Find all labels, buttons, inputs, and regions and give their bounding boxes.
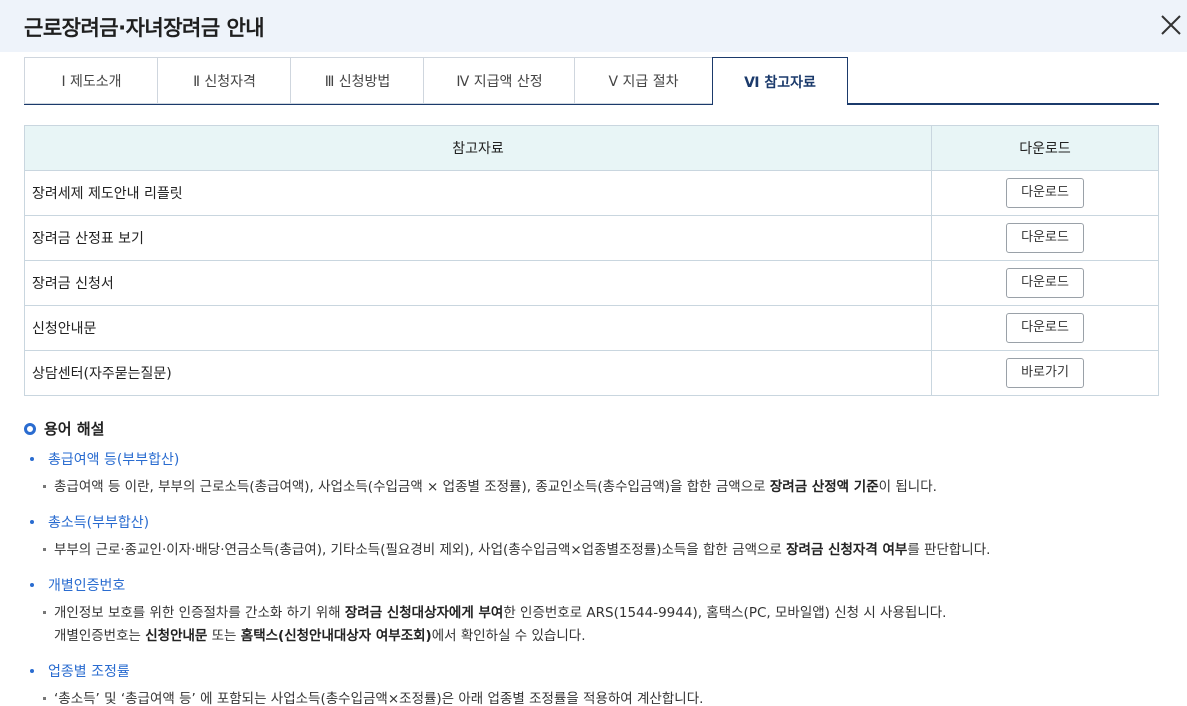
- term-description: 부부의 근로·종교인·이자·배당·연금소득(총급여), 기타소득(필요경비 제외…: [30, 539, 990, 562]
- table-row: 장려세제 제도안내 리플릿 다운로드: [24, 170, 1159, 216]
- table-row: 신청안내문 다운로드: [24, 305, 1159, 351]
- reference-name: 장려세제 제도안내 리플릿: [24, 170, 932, 216]
- dot-bullet-icon: [30, 520, 34, 524]
- modal-title: 근로장려금·자녀장려금 안내: [24, 16, 265, 40]
- tab-application[interactable]: Ⅲ 신청방법: [290, 57, 424, 104]
- glossary-item: 개별인증번호 개인정보 보호를 위한 인증절차를 간소화 하기 위해 장려금 신…: [30, 575, 946, 648]
- reference-name: 상담센터(자주묻는질문): [24, 350, 932, 396]
- square-bullet-icon: [43, 548, 46, 551]
- term-name: 개별인증번호: [48, 578, 126, 594]
- table-row: 장려금 신청서 다운로드: [24, 260, 1159, 306]
- download-button[interactable]: 다운로드: [1006, 313, 1084, 343]
- column-header-download: 다운로드: [931, 125, 1159, 171]
- term-description: 개인정보 보호를 위한 인증절차를 간소화 하기 위해 장려금 신청대상자에게 …: [30, 602, 946, 648]
- term-description: 총급여액 등 이란, 부부의 근로소득(총급여액), 사업소득(수입금액 × 업…: [30, 476, 937, 499]
- reference-name: 장려금 산정표 보기: [24, 215, 932, 261]
- term-name: 업종별 조정률: [48, 664, 130, 680]
- term-name: 총급여액 등(부부합산): [48, 452, 180, 468]
- term-name: 총소득(부부합산): [48, 515, 150, 531]
- circle-bullet-icon: [24, 422, 36, 435]
- modal-header: 근로장려금·자녀장려금 안내: [0, 0, 1187, 52]
- shortcut-button[interactable]: 바로가기: [1006, 358, 1084, 388]
- dot-bullet-icon: [30, 669, 34, 673]
- square-bullet-icon: [43, 485, 46, 488]
- term-description: ‘총소득’ 및 ‘총급여액 등’ 에 포함되는 사업소득(총수입금액×조정률)은…: [30, 688, 703, 706]
- close-icon[interactable]: [1158, 12, 1184, 38]
- tab-references[interactable]: Ⅵ 참고자료: [712, 57, 848, 105]
- glossary-heading-text: 용어 해설: [44, 420, 105, 438]
- reference-name: 장려금 신청서: [24, 260, 932, 306]
- glossary-item: 총급여액 등(부부합산) 총급여액 등 이란, 부부의 근로소득(총급여액), …: [30, 449, 937, 499]
- table-header-row: 참고자료 다운로드: [24, 125, 1159, 171]
- download-button[interactable]: 다운로드: [1006, 223, 1084, 253]
- dot-bullet-icon: [30, 583, 34, 587]
- tab-bar: Ⅰ 제도소개 Ⅱ 신청자격 Ⅲ 신청방법 Ⅳ 지급액 산정 Ⅴ 지급 절차 Ⅵ …: [24, 57, 1159, 105]
- tab-payment[interactable]: Ⅴ 지급 절차: [574, 57, 713, 104]
- column-header-reference: 참고자료: [24, 125, 932, 171]
- tab-calculation[interactable]: Ⅳ 지급액 산정: [423, 57, 575, 104]
- reference-name: 신청안내문: [24, 305, 932, 351]
- glossary-item: 업종별 조정률 ‘총소득’ 및 ‘총급여액 등’ 에 포함되는 사업소득(총수입…: [30, 661, 703, 706]
- download-button[interactable]: 다운로드: [1006, 268, 1084, 298]
- table-row: 장려금 산정표 보기 다운로드: [24, 215, 1159, 261]
- table-row: 상담센터(자주묻는질문) 바로가기: [24, 350, 1159, 396]
- tab-eligibility[interactable]: Ⅱ 신청자격: [157, 57, 291, 104]
- glossary-heading: 용어 해설: [24, 418, 104, 439]
- glossary-item: 총소득(부부합산) 부부의 근로·종교인·이자·배당·연금소득(총급여), 기타…: [30, 512, 990, 562]
- download-button[interactable]: 다운로드: [1006, 178, 1084, 208]
- references-table: 참고자료 다운로드 장려세제 제도안내 리플릿 다운로드 장려금 산정표 보기 …: [24, 125, 1159, 396]
- dot-bullet-icon: [30, 457, 34, 461]
- square-bullet-icon: [43, 611, 46, 614]
- square-bullet-icon: [43, 697, 46, 700]
- tab-intro[interactable]: Ⅰ 제도소개: [24, 57, 158, 104]
